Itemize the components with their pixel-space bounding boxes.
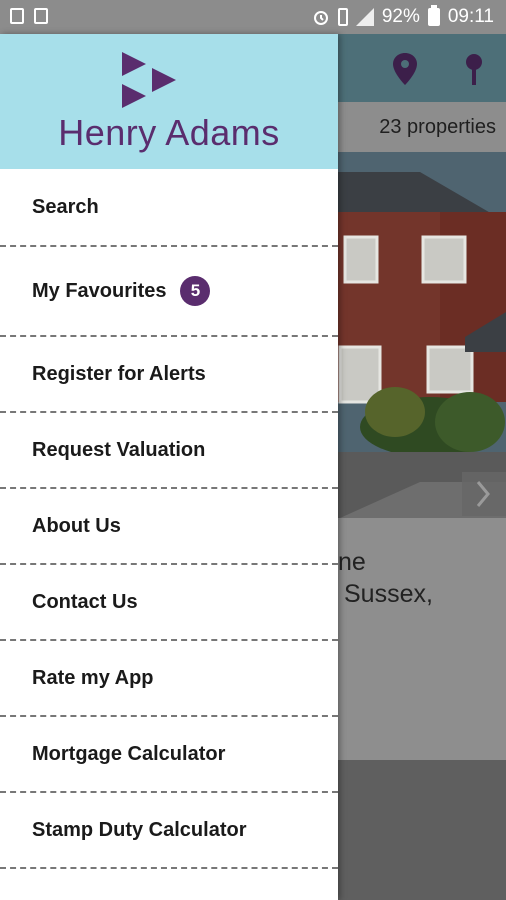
menu-item-label: Rate my App: [32, 666, 154, 689]
signal-icon: [355, 8, 374, 26]
status-right: 92% 09:11: [312, 5, 494, 28]
location-pin-icon[interactable]: [460, 52, 488, 86]
listing-text-line-2: Sussex,: [344, 580, 433, 608]
menu-item-label: My Favourites: [32, 279, 167, 302]
status-bar: 92% 09:11: [0, 0, 506, 34]
menu-item-label: Search: [32, 195, 99, 218]
battery-percent: 92%: [381, 6, 420, 27]
menu-item-request-valuation[interactable]: Request Valuation: [0, 413, 338, 489]
menu-item-label: Mortgage Calculator: [32, 742, 226, 765]
henry-adams-logo-icon: [122, 52, 176, 108]
navigation-drawer: Henry Adams Search My Favourites 5 Regis…: [0, 34, 338, 900]
menu-item-register-for-alerts[interactable]: Register for Alerts: [0, 337, 338, 413]
clipboard-notification-icon: [34, 8, 48, 24]
notification-icons: [10, 8, 48, 24]
battery-icon: [427, 5, 440, 26]
image-notification-icon: [10, 8, 24, 24]
drawer-header: Henry Adams: [0, 34, 338, 169]
vibrate-icon: [337, 8, 348, 26]
menu-item-my-favourites[interactable]: My Favourites 5: [0, 247, 338, 337]
menu-item-search[interactable]: Search: [0, 169, 338, 247]
property-count: 23 properties: [379, 116, 496, 138]
favourites-count-badge: 5: [180, 276, 211, 306]
menu-item-rate-my-app[interactable]: Rate my App: [0, 641, 338, 717]
menu-item-label: About Us: [32, 514, 121, 537]
menu-item-label: Request Valuation: [32, 438, 206, 461]
map-pin-icon[interactable]: [391, 52, 419, 86]
menu-item-label: Stamp Duty Calculator: [32, 818, 247, 841]
menu-item-stamp-duty-calculator[interactable]: Stamp Duty Calculator: [0, 793, 338, 869]
menu-item-about-us[interactable]: About Us: [0, 489, 338, 565]
brand-name: Henry Adams: [58, 112, 280, 153]
listing-text-line-1: ne: [338, 548, 366, 576]
menu-item-contact-us[interactable]: Contact Us: [0, 565, 338, 641]
alarm-icon: [313, 11, 328, 25]
menu-item-label: Contact Us: [32, 590, 138, 613]
menu-item-label: Register for Alerts: [32, 362, 206, 385]
clock: 09:11: [447, 6, 494, 27]
menu-item-mortgage-calculator[interactable]: Mortgage Calculator: [0, 717, 338, 793]
